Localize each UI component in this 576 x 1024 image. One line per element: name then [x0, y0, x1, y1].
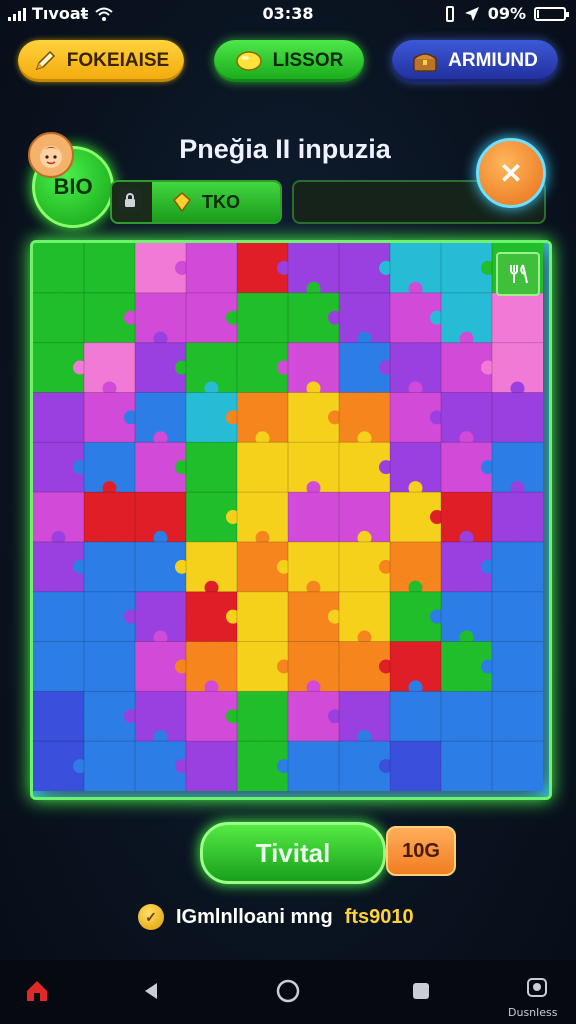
- counter-badge[interactable]: 10G: [386, 826, 456, 876]
- gem-icon: [172, 192, 192, 212]
- lissor-button[interactable]: LISSOR: [214, 40, 364, 82]
- back-button[interactable]: [136, 976, 166, 1006]
- avatar[interactable]: [28, 132, 74, 178]
- profile-button[interactable]: [522, 972, 552, 1002]
- puzzle-piece[interactable]: [492, 492, 543, 543]
- puzzle-board[interactable]: [30, 240, 552, 800]
- home-button[interactable]: [22, 976, 52, 1006]
- robot-icon: [527, 978, 547, 997]
- puzzle-piece[interactable]: [84, 741, 136, 791]
- location-icon: [464, 6, 479, 21]
- puzzle-piece[interactable]: [492, 741, 543, 791]
- vibrate-icon: [445, 5, 454, 22]
- puzzle-title: Pneğia II inpuzia: [179, 134, 391, 164]
- close-button[interactable]: ✕: [476, 138, 546, 208]
- armiund-button[interactable]: ARMIUND: [392, 40, 558, 82]
- footer-info-highlight: fts9010: [344, 905, 414, 928]
- lock-icon: [118, 188, 142, 212]
- close-icon: ✕: [499, 157, 523, 189]
- home-icon: [27, 981, 47, 1001]
- board-tool-button[interactable]: [496, 252, 540, 296]
- progress-label: TKO: [202, 191, 240, 212]
- square-icon: [413, 983, 429, 999]
- fokeiaise-label: FOKEIAISE: [66, 50, 170, 71]
- battery-level: [537, 9, 539, 18]
- back-triangle-icon: [145, 983, 157, 999]
- battery-icon: [534, 6, 569, 21]
- footer-info-text: IGmlnlloani mng: [176, 905, 333, 928]
- puzzle-piece[interactable]: [492, 292, 543, 344]
- treasure-chest-icon: [412, 49, 438, 73]
- home-circle-button[interactable]: [273, 976, 303, 1006]
- fokeiaise-button[interactable]: FOKEIAISE: [18, 40, 184, 82]
- badge-label: BIO: [53, 174, 93, 199]
- nav-caption: Dusnless: [508, 1006, 558, 1019]
- armiund-label: ARMIUND: [448, 50, 538, 71]
- pencil-icon: [33, 49, 57, 73]
- primary-action-label: Tivital: [255, 837, 331, 868]
- counter-label: 10G: [402, 839, 440, 862]
- coin-icon: ✓: [138, 904, 164, 930]
- recents-button[interactable]: [406, 976, 436, 1006]
- footer-info: ✓ IGmlnlloani mng fts9010: [138, 904, 414, 930]
- lemon-icon: [235, 50, 263, 72]
- primary-action-button[interactable]: Tivital: [200, 822, 386, 884]
- puzzle-piece[interactable]: [288, 741, 340, 791]
- battery-percent: 09%: [487, 4, 526, 23]
- fork-knife-icon: [510, 264, 528, 284]
- status-right: 09%: [444, 4, 569, 23]
- status-bar: Tıvoaŧ 03:38 09%: [0, 0, 576, 30]
- puzzle-piece[interactable]: [390, 741, 442, 791]
- puzzle-piece[interactable]: [492, 392, 543, 443]
- progress-bar: TKO: [110, 180, 282, 224]
- puzzle-piece[interactable]: [186, 741, 238, 791]
- puzzle-piece[interactable]: [492, 691, 543, 742]
- progress-fill: TKO: [152, 182, 280, 222]
- lissor-label: LISSOR: [272, 50, 344, 71]
- circle-icon: [276, 979, 300, 1003]
- puzzle-grid[interactable]: [33, 243, 543, 791]
- puzzle-piece[interactable]: [492, 591, 543, 643]
- avatar-face-icon: [40, 146, 62, 168]
- navigation-bar: [0, 960, 576, 1024]
